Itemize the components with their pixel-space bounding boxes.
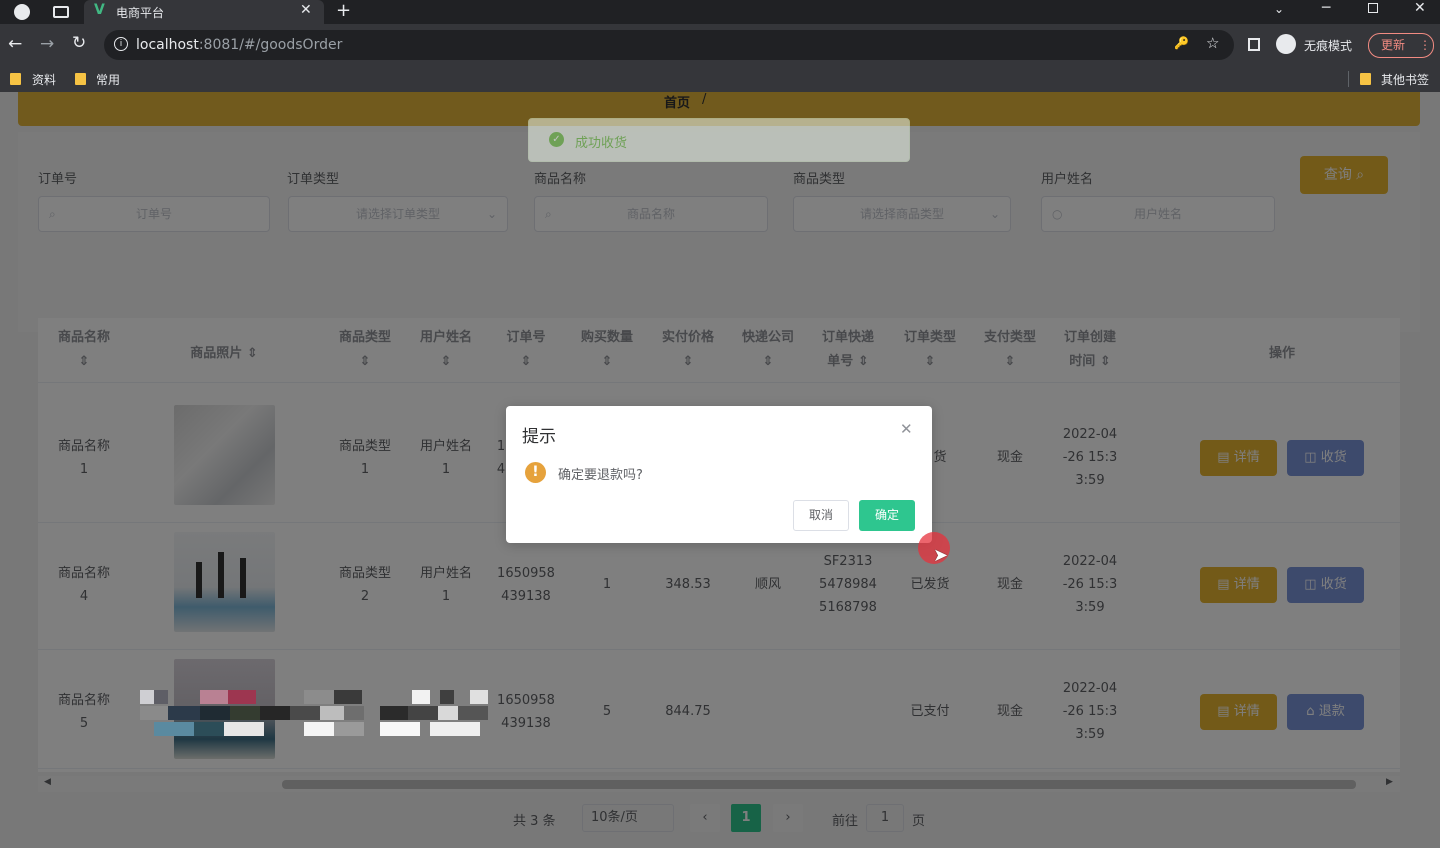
- url-field[interactable]: i localhost:8081/#/goodsOrder 🔑 ☆: [104, 30, 1234, 60]
- close-icon[interactable]: ✕: [900, 420, 913, 438]
- tab-list-chevron-icon[interactable]: ⌄: [1274, 2, 1284, 16]
- folder-icon: [10, 73, 21, 85]
- incognito-label: 无痕模式: [1304, 39, 1353, 53]
- incognito-icon: [1276, 34, 1296, 54]
- address-bar: ← → ↻ i localhost:8081/#/goodsOrder 🔑 ☆ …: [0, 24, 1440, 66]
- browser-menu-icon[interactable]: [14, 4, 30, 20]
- bookmarks-bar: 资料 常用 其他书签: [0, 66, 1440, 92]
- bookmark-folder-1[interactable]: 资料: [32, 71, 56, 88]
- reload-icon[interactable]: ↻: [72, 33, 86, 53]
- new-tab-icon[interactable]: +: [336, 0, 351, 21]
- side-panel-icon[interactable]: [1248, 38, 1260, 51]
- close-window-icon[interactable]: ✕: [1414, 0, 1426, 16]
- confirm-dialog: 提示 ✕ ! 确定要退款吗? 取消 确定: [506, 406, 932, 543]
- toast-message: 成功收货: [575, 136, 628, 151]
- update-label: 更新: [1381, 38, 1406, 52]
- tab-search-icon[interactable]: [53, 6, 69, 18]
- more-menu-icon: ⋮: [1419, 38, 1431, 52]
- key-icon[interactable]: 🔑: [1174, 36, 1189, 50]
- restore-icon[interactable]: [1368, 3, 1378, 13]
- bookmark-folder-2[interactable]: 常用: [96, 71, 120, 88]
- dialog-message: 确定要退款吗?: [558, 468, 643, 483]
- tab-title: 电商平台: [116, 6, 165, 20]
- url-path: :8081/#/goodsOrder: [198, 37, 343, 53]
- dialog-title: 提示: [522, 427, 556, 447]
- bookmark-star-icon[interactable]: ☆: [1206, 34, 1219, 52]
- folder-icon: [75, 73, 86, 85]
- check-circle-icon: ✓: [549, 132, 564, 147]
- site-info-icon[interactable]: i: [114, 37, 128, 51]
- browser-tab-strip: V 电商平台 ✕ + ⌄ ─ ✕: [0, 0, 1440, 24]
- back-icon[interactable]: ←: [8, 34, 22, 54]
- success-toast: ✓ 成功收货: [528, 118, 910, 162]
- update-button[interactable]: 更新 ⋮: [1368, 33, 1434, 58]
- confirm-button[interactable]: 确定: [859, 500, 915, 531]
- cancel-button[interactable]: 取消: [793, 500, 849, 531]
- browser-tab[interactable]: V 电商平台 ✕: [84, 0, 324, 24]
- privacy-mosaic: [140, 690, 488, 738]
- warning-icon: !: [525, 462, 546, 483]
- tab-close-icon[interactable]: ✕: [300, 2, 312, 18]
- mouse-pointer-icon: ➤: [933, 545, 949, 566]
- forward-icon[interactable]: →: [40, 34, 54, 54]
- folder-icon: [1360, 73, 1371, 85]
- minimize-icon[interactable]: ─: [1322, 0, 1330, 16]
- vue-logo-icon: V: [94, 2, 105, 18]
- url-host: localhost: [136, 37, 199, 53]
- other-bookmarks[interactable]: 其他书签: [1381, 71, 1429, 88]
